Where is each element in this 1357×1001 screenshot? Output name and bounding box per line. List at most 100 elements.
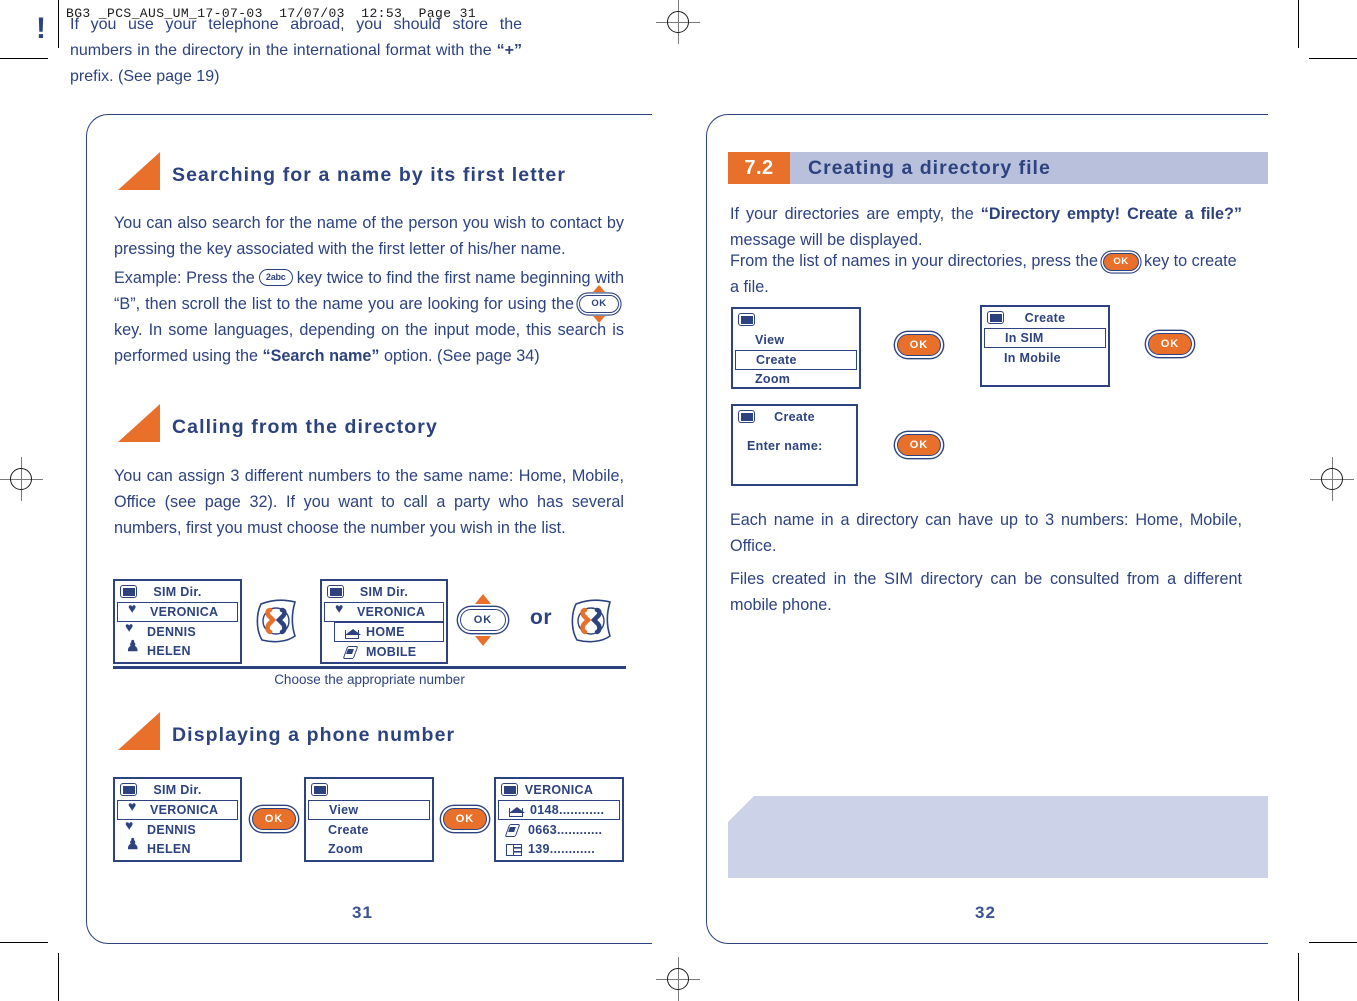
list-item-label: 139............	[528, 842, 596, 857]
screen-title-bar: Create	[982, 307, 1108, 328]
section-heading-searching: Searching for a name by its first letter	[118, 152, 566, 190]
screen-title: SIM Dir.	[153, 584, 202, 599]
screen-menu-view: View Create Zoom	[304, 777, 434, 862]
ok-key[interactable]: OK	[443, 808, 487, 830]
menu-item-in-sim[interactable]: In SIM	[984, 328, 1106, 348]
diagram-caption: Choose the appropriate number	[274, 672, 465, 687]
warning-text: If you use your telephone abroad, you sh…	[70, 12, 522, 90]
section-heading-displaying: Displaying a phone number	[118, 712, 455, 750]
registration-mark-bottom	[656, 957, 700, 1001]
call-key-icon[interactable]	[570, 598, 614, 644]
crop-mark-top-right-h	[1309, 58, 1357, 59]
directory-empty-message: “Directory empty! Create a file?”	[980, 205, 1242, 223]
intro-text-a: If your directories are empty, the	[730, 205, 974, 223]
screen-title-bar	[733, 309, 859, 330]
key-2abc-icon: 2abc	[258, 269, 293, 287]
menu-item-label: Zoom	[755, 372, 791, 387]
divider-rule	[113, 666, 626, 669]
screen-title-bar	[306, 779, 432, 800]
sim-card-icon	[120, 585, 137, 598]
paragraph-text: Each name in a directory can have up to …	[730, 511, 1242, 555]
ok-key[interactable]: OK	[252, 808, 296, 830]
list-item[interactable]: HELEN	[115, 639, 240, 662]
menu-item-label: Zoom	[328, 842, 364, 857]
list-item[interactable]: 139............	[496, 840, 622, 860]
menu-item-create[interactable]: Create	[735, 349, 857, 370]
office-icon	[506, 843, 522, 856]
menu-item-view[interactable]: View	[308, 800, 430, 820]
screen-title: Create	[1024, 310, 1066, 325]
warning-text-a: If you use your telephone abroad, you sh…	[70, 16, 522, 59]
chapter-number: 7.2	[728, 152, 790, 184]
list-item[interactable]: HELEN	[115, 837, 240, 860]
section-heading-calling: Calling from the directory	[118, 404, 438, 442]
search-name-option: “Search name”	[262, 347, 380, 365]
list-item[interactable]: VERONICA	[324, 601, 444, 622]
screen-title: SIM Dir.	[153, 782, 202, 797]
ok-key[interactable]: OK	[897, 334, 941, 356]
heart-icon	[128, 799, 143, 817]
press-text-a: From the list of names in your directori…	[730, 252, 1098, 270]
list-item[interactable]: 0148............	[498, 800, 620, 820]
sim-card-icon	[327, 585, 344, 598]
chapter-header: 7.2 Creating a directory file	[728, 152, 1268, 184]
menu-item-label: View	[329, 803, 359, 817]
paragraph-text: Files created in the SIM directory can b…	[730, 570, 1242, 614]
list-item-label: 0663............	[528, 822, 603, 837]
list-item-label: VERONICA	[150, 605, 219, 619]
ok-key[interactable]: OK	[1148, 333, 1192, 355]
sim-card-icon	[738, 313, 755, 326]
list-item-label: HOME	[366, 625, 405, 639]
list-item[interactable]: VERONICA	[117, 799, 238, 820]
sim-card-icon	[120, 783, 137, 796]
mobile-icon	[344, 645, 359, 658]
ok-nav-key[interactable]: OK	[460, 609, 506, 631]
menu-item-zoom[interactable]: Zoom	[733, 370, 859, 390]
menu-item-in-mobile[interactable]: In Mobile	[982, 348, 1108, 368]
list-item[interactable]: MOBILE	[322, 642, 446, 662]
screen-create-location: Create In SIM In Mobile	[980, 305, 1110, 387]
call-key-icon[interactable]	[255, 598, 299, 644]
paragraph-files-created: Files created in the SIM directory can b…	[730, 566, 1242, 618]
paragraph-each-name: Each name in a directory can have up to …	[730, 507, 1242, 559]
menu-item-label: In SIM	[1005, 331, 1044, 345]
triangle-bullet-icon	[118, 712, 160, 750]
list-item[interactable]: VERONICA	[117, 601, 238, 622]
screen-title: VERONICA	[524, 782, 594, 797]
page-number-right: 32	[975, 903, 996, 922]
list-item[interactable]: HOME	[334, 622, 444, 642]
sim-card-icon	[501, 783, 518, 796]
menu-item-label: In Mobile	[1004, 350, 1061, 365]
warning-text-b: prefix. (See page 19)	[70, 68, 220, 85]
heart-icon	[128, 601, 143, 619]
key-ok-nav-icon: OK	[579, 294, 619, 313]
menu-item-zoom[interactable]: Zoom	[306, 840, 432, 860]
screen-sim-dir-numbers: SIM Dir. VERONICA HOME MOBILE	[320, 579, 448, 664]
home-icon	[345, 628, 361, 639]
registration-mark-right	[1310, 457, 1354, 501]
home-icon	[509, 806, 525, 817]
example-text-d: option. (See page 34)	[383, 347, 540, 365]
crop-mark-bottom-right-v	[1298, 953, 1299, 1001]
crop-mark-top-right-v	[1298, 0, 1299, 48]
mobile-icon	[506, 823, 521, 836]
crop-mark-top-left-v	[58, 0, 59, 48]
menu-item-view[interactable]: View	[733, 330, 859, 350]
or-label: or	[530, 606, 552, 629]
menu-item-create[interactable]: Create	[306, 820, 432, 840]
screen-sim-dir-names: SIM Dir. VERONICA DENNIS HELEN	[113, 579, 242, 664]
paragraph-calling: You can assign 3 different numbers to th…	[114, 463, 624, 541]
enter-name-prompt[interactable]: Enter name:	[733, 436, 856, 456]
screen-title: Create	[774, 409, 815, 424]
paragraph-search-intro: You can also search for the name of the …	[114, 210, 624, 262]
sim-card-icon	[738, 410, 755, 423]
crop-mark-bottom-left-h	[0, 942, 48, 943]
triangle-bullet-icon	[118, 152, 160, 190]
people-icon	[125, 639, 140, 658]
list-item[interactable]: 0663............	[496, 820, 622, 840]
menu-item-label: Create	[328, 822, 369, 837]
screen-sim-dir-names-2: SIM Dir. VERONICA DENNIS HELEN	[113, 777, 242, 862]
list-item-label: MOBILE	[366, 644, 417, 659]
list-item-label: 0148............	[530, 803, 605, 817]
ok-key[interactable]: OK	[897, 434, 941, 456]
